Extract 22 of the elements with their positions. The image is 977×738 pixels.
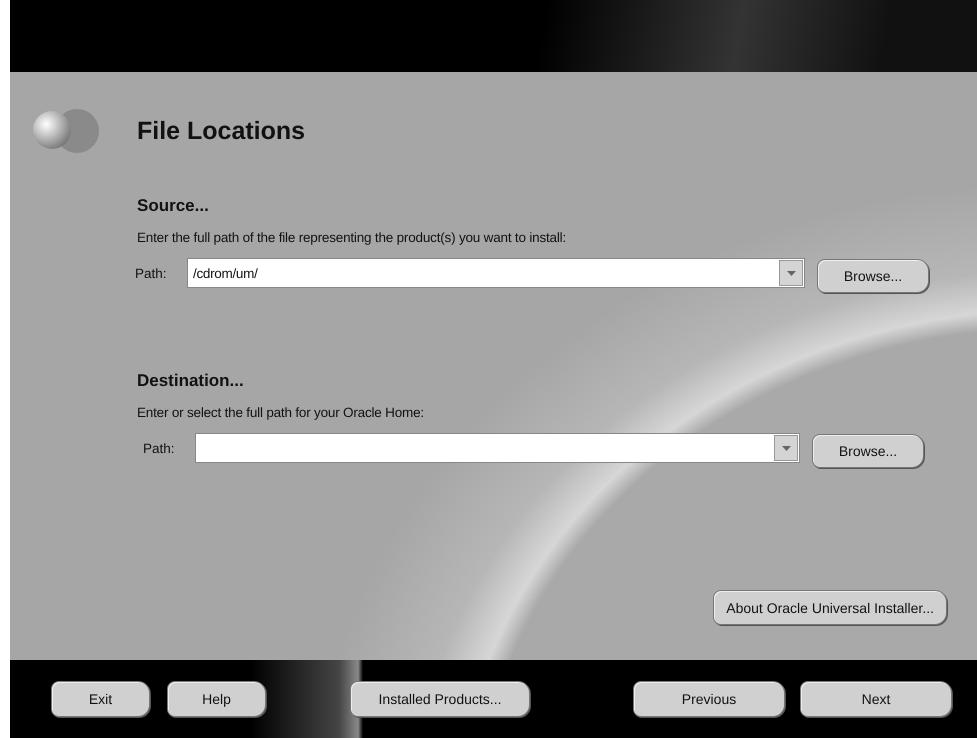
section-description: Enter the full path of the file representing the product(s) you want to install:: [137, 230, 567, 245]
footer-button[interactable]: Installed Products...: [350, 681, 530, 717]
path-label: Path:: [135, 266, 168, 280]
footer-button[interactable]: Previous: [633, 681, 785, 717]
footer-button[interactable]: Next: [800, 681, 952, 717]
footer-button[interactable]: Help: [167, 681, 266, 717]
section-heading: Source...: [137, 196, 210, 216]
page-title: File Locations: [137, 116, 306, 146]
section-description: Enter or select the full path for your Oracle Home:: [137, 405, 425, 420]
dropdown-button[interactable]: [774, 435, 798, 461]
path-label: Path:: [142, 440, 176, 456]
browse-button[interactable]: Browse...: [812, 434, 924, 468]
caret-icon: [786, 270, 796, 276]
caret-icon: [782, 446, 790, 450]
about-button[interactable]: About Oracle Universal Installer...: [713, 590, 947, 625]
path-combo-field[interactable]: [195, 433, 800, 463]
footer-button[interactable]: Exit: [51, 681, 150, 717]
browse-button[interactable]: Browse...: [817, 259, 929, 293]
spheres-icon: [30, 108, 100, 154]
path-combo-field[interactable]: /cdrom/um/: [187, 258, 805, 288]
section-heading: Destination...: [137, 371, 245, 391]
dropdown-button[interactable]: [779, 260, 803, 286]
